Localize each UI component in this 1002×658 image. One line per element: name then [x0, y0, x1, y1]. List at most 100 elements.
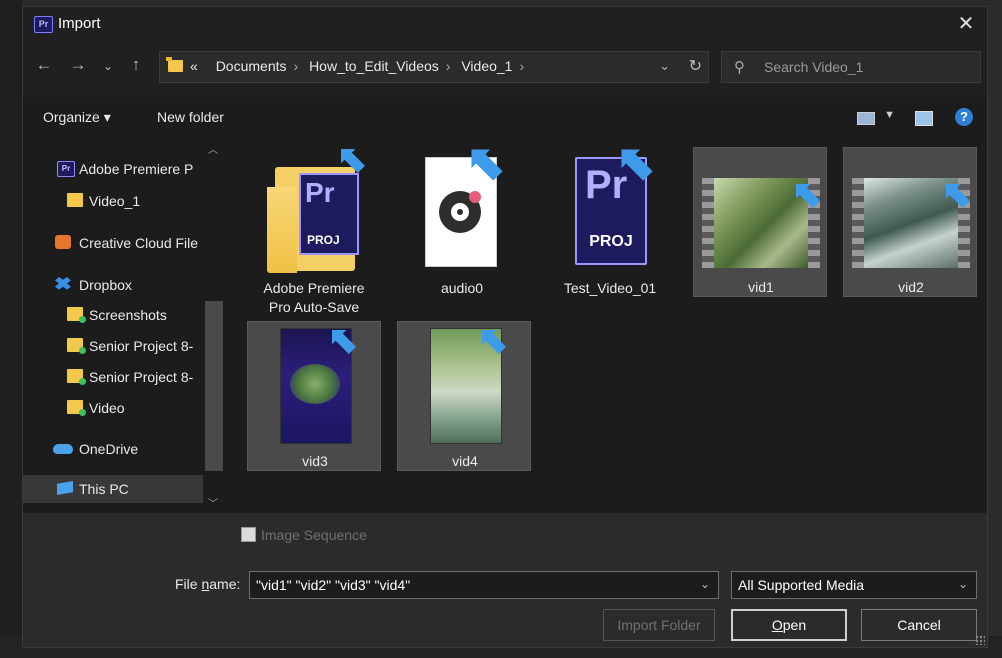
new-folder-button[interactable]: New folder	[157, 109, 224, 125]
shortcut-arrow-icon	[480, 328, 508, 356]
search-icon: ⚲	[734, 59, 745, 76]
shortcut-arrow-icon	[944, 182, 972, 210]
proj-text: PROJ	[589, 233, 633, 250]
import-folder-button[interactable]: Import Folder	[603, 609, 715, 641]
nav-item-dropbox[interactable]: Dropbox	[23, 271, 203, 299]
help-icon[interactable]: ?	[955, 108, 973, 126]
folder-thumbnail: Pr PROJ	[247, 147, 381, 273]
file-item-vid2[interactable]: vid2	[843, 147, 977, 297]
proj-text: PROJ	[307, 233, 340, 247]
resize-grip-icon[interactable]	[975, 635, 985, 645]
audio-thumbnail	[395, 147, 529, 271]
address-bar[interactable]: « Documents › How_to_Edit_Videos › Video_1…	[159, 51, 709, 83]
file-type-select[interactable]: All Supported Media ⌄	[731, 571, 977, 599]
file-item-test-video-01[interactable]: Pr PROJ Test_Video_01	[543, 147, 677, 297]
nav-label: Video_1	[89, 193, 141, 209]
folder-icon	[166, 57, 183, 72]
chevron-down-icon[interactable]: ⌄	[700, 577, 710, 591]
change-view-icon[interactable]	[857, 112, 875, 125]
navigation-pane: Pr Adobe Premiere P Video_1 Creative Clo…	[23, 137, 227, 513]
nav-label: Adobe Premiere P	[79, 161, 194, 177]
nav-item-onedrive[interactable]: OneDrive	[23, 435, 203, 463]
file-name: audio0	[440, 280, 484, 296]
nav-label: Senior Project 8-	[89, 369, 194, 385]
search-box: ⚲	[721, 51, 981, 83]
nav-label: Screenshots	[89, 307, 167, 323]
file-name-value: "vid1" "vid2" "vid3" "vid4"	[256, 577, 411, 593]
preview-pane-icon[interactable]	[915, 111, 933, 126]
scrollbar-thumb[interactable]	[205, 301, 223, 471]
file-item-vid4[interactable]: vid4	[397, 321, 531, 471]
open-button[interactable]: Open	[731, 609, 847, 641]
premiere-app-icon: Pr	[34, 16, 53, 33]
file-name: vid3	[302, 453, 328, 469]
breadcrumb-video-1[interactable]: Video_1	[461, 58, 512, 74]
breadcrumb: « Documents › How_to_Edit_Videos › Video_1…	[190, 58, 525, 74]
nav-label: OneDrive	[79, 441, 139, 457]
close-button[interactable]: ✕	[953, 11, 979, 37]
chevron-down-icon: ⌄	[957, 577, 968, 591]
organize-button[interactable]: Organize ▾	[43, 109, 111, 126]
video-thumbnail	[248, 322, 382, 446]
file-name-line2: Pro Auto-Save	[268, 299, 360, 315]
file-item-auto-save[interactable]: Pr PROJ Adobe Premiere Pro Auto-Save	[247, 147, 381, 317]
image-sequence-label: Image Sequence	[261, 527, 367, 543]
forward-button[interactable]: →	[67, 55, 89, 75]
nav-label: Creative Cloud File	[79, 235, 199, 251]
folder-synced-icon	[67, 369, 86, 385]
breadcrumb-how-to-edit-videos[interactable]: How_to_Edit_Videos	[309, 58, 439, 74]
creative-cloud-icon	[55, 235, 71, 249]
nav-item-adobe-premiere[interactable]: Pr Adobe Premiere P	[23, 155, 203, 183]
nav-item-video[interactable]: Video	[23, 394, 203, 422]
shortcut-arrow-icon	[339, 147, 367, 175]
scroll-down-icon[interactable]: ﹀	[208, 495, 218, 510]
premiere-icon: Pr	[57, 161, 75, 177]
view-options-dropdown[interactable]: ▼	[884, 109, 895, 121]
file-item-vid3[interactable]: vid3	[247, 321, 381, 471]
nav-label: This PC	[79, 481, 129, 497]
back-button[interactable]: ←	[33, 55, 55, 75]
command-bar: Organize ▾ New folder ▼ ?	[23, 97, 987, 137]
close-icon: ✕	[957, 13, 975, 35]
video-thumbnail	[694, 148, 828, 272]
refresh-button[interactable]: ↻	[689, 56, 702, 76]
nav-item-senior-project-1[interactable]: Senior Project 8-	[23, 332, 203, 360]
video-thumbnail	[398, 322, 532, 446]
cancel-button[interactable]: Cancel	[861, 609, 977, 641]
dropbox-icon	[55, 277, 71, 290]
nav-label: Dropbox	[79, 277, 132, 293]
folder-icon	[67, 193, 83, 207]
nav-label: Video	[89, 400, 125, 416]
scroll-up-icon[interactable]: ︿	[208, 141, 218, 156]
file-name: Adobe Premiere Pro Auto-Save	[247, 279, 381, 317]
recent-locations-button[interactable]: ⌄	[97, 59, 119, 73]
address-history-dropdown[interactable]: ⌄	[659, 58, 670, 74]
nav-item-creative-cloud[interactable]: Creative Cloud File	[23, 229, 203, 257]
file-item-audio0[interactable]: audio0	[395, 147, 529, 297]
search-input[interactable]	[762, 58, 966, 76]
image-sequence-checkbox[interactable]	[241, 527, 256, 542]
breadcrumb-documents[interactable]: Documents	[216, 58, 287, 74]
file-name-label: File name:	[175, 576, 241, 592]
arrow-right-icon: →	[69, 55, 87, 74]
nav-item-senior-project-2[interactable]: Senior Project 8-	[23, 363, 203, 391]
title-bar: Pr Import ✕	[23, 7, 987, 41]
dialog-footer: Image Sequence File name: "vid1" "vid2" …	[23, 513, 987, 647]
breadcrumb-overflow[interactable]: «	[190, 58, 198, 74]
dialog-title: Import	[58, 15, 101, 32]
nav-label: Senior Project 8-	[89, 338, 194, 354]
file-name-field[interactable]: "vid1" "vid2" "vid3" "vid4" ⌄	[249, 571, 719, 599]
nav-item-video-1[interactable]: Video_1	[23, 187, 203, 215]
shortcut-arrow-icon	[794, 182, 822, 210]
nav-scrollbar[interactable]: ︿ ﹀	[203, 137, 225, 513]
nav-item-this-pc[interactable]: This PC	[23, 475, 203, 503]
folder-synced-icon	[67, 338, 86, 354]
nav-item-screenshots[interactable]: Screenshots	[23, 301, 203, 329]
arrow-left-icon: ←	[35, 55, 53, 74]
file-name: vid4	[452, 453, 478, 469]
up-button[interactable]: ↑	[125, 55, 147, 75]
video-thumbnail	[844, 148, 978, 272]
chevron-down-icon: ⌄	[102, 59, 114, 73]
file-item-vid1[interactable]: vid1	[693, 147, 827, 297]
file-type-value: All Supported Media	[738, 577, 865, 593]
